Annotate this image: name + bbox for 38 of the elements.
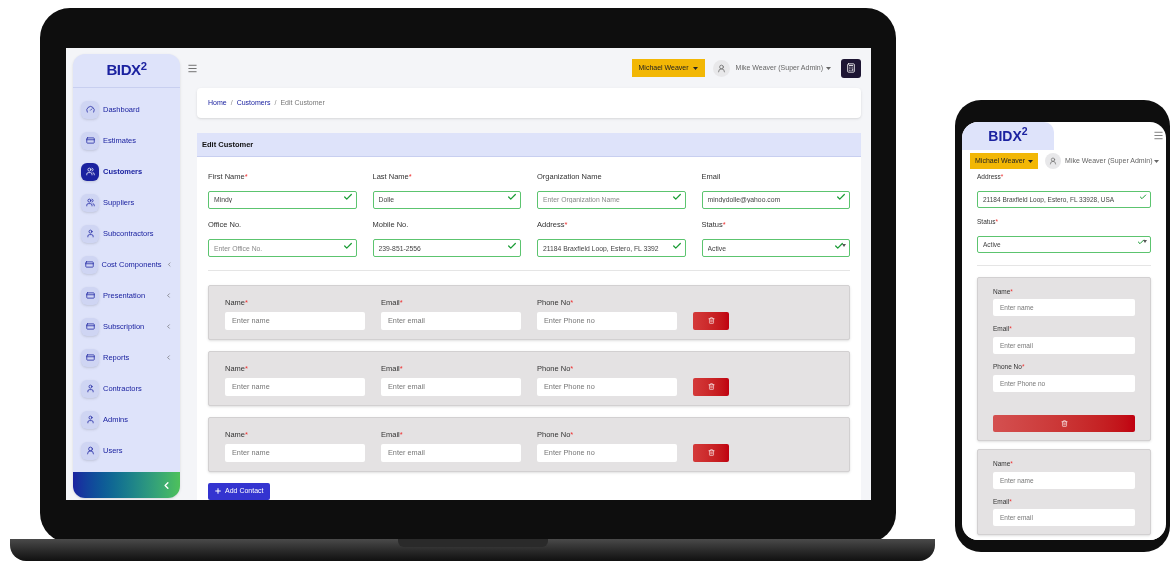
trash-icon xyxy=(707,317,715,324)
sidebar-icon xyxy=(85,198,95,207)
sidebar-icon xyxy=(85,229,95,238)
sidebar-icon xyxy=(84,260,94,269)
caret-icon xyxy=(826,66,831,70)
logo: BIDX$^{2}$ xyxy=(988,125,1028,146)
caret-icon xyxy=(692,66,698,70)
caret-icon xyxy=(1143,240,1147,243)
menu-icon[interactable] xyxy=(1153,130,1164,141)
collapse-button[interactable] xyxy=(73,472,180,498)
plus-icon xyxy=(214,487,222,495)
delete-button[interactable] xyxy=(693,311,729,330)
sidebar-icon xyxy=(85,136,95,145)
sidebar-icon xyxy=(85,384,95,393)
caret-icon xyxy=(842,244,846,247)
avatar-icon[interactable] xyxy=(712,59,730,77)
menu-icon[interactable] xyxy=(187,62,198,74)
trash-icon xyxy=(707,449,715,456)
caret-icon xyxy=(1028,159,1034,163)
caret-icon xyxy=(1154,159,1160,163)
delete-button[interactable] xyxy=(693,443,729,462)
sidebar-icon xyxy=(85,446,95,455)
sidebar-icon xyxy=(85,105,95,114)
calculator-icon xyxy=(846,63,856,73)
trash-icon xyxy=(1060,419,1068,427)
sidebar-icon xyxy=(85,322,95,331)
sidebar-icon xyxy=(85,291,95,300)
sidebar-icon xyxy=(85,415,95,424)
delete-button[interactable] xyxy=(993,414,1135,432)
sidebar-icon xyxy=(85,353,95,362)
delete-button[interactable] xyxy=(693,377,729,396)
sidebar-icon xyxy=(85,167,95,176)
avatar-icon[interactable] xyxy=(1045,153,1062,169)
user-icon xyxy=(716,63,726,73)
logo: BIDX$^{2}$ xyxy=(106,59,147,81)
user-icon xyxy=(1049,157,1058,165)
trash-icon xyxy=(707,383,715,390)
calculator-button[interactable] xyxy=(841,58,861,78)
